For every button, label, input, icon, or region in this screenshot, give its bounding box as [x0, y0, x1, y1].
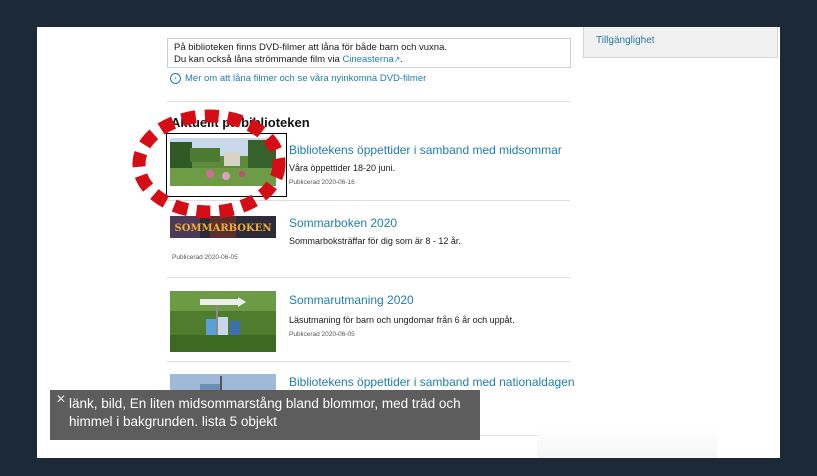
more-dvd-link[interactable]: › Mer om att låna filmer och se våra nyin…: [170, 73, 426, 84]
screen-reader-text: länk, bild, En liten midsommarstång blan…: [69, 396, 461, 429]
sidebar-link-accessibility[interactable]: Tillgänglighet: [596, 35, 655, 46]
page-fade: [537, 427, 717, 458]
news-title-midsummer[interactable]: Bibliotekens öppettider i samband med mi…: [289, 143, 562, 157]
divider: [167, 277, 570, 278]
browser-viewport: Tillgänglighet På biblioteken finns DVD-…: [37, 27, 780, 458]
divider: [167, 200, 570, 201]
sidebar-menu: Tillgänglighet: [583, 27, 778, 58]
close-icon[interactable]: ✕: [56, 392, 66, 406]
news-title-sommarutmaning[interactable]: Sommarutmaning 2020: [289, 293, 414, 307]
news-desc-sommarutmaning: Läsutmaning för barn och ungdomar från 6…: [289, 315, 515, 325]
divider: [167, 101, 570, 102]
notice-line-2-text: Du kan också låna strömmande film via: [174, 54, 343, 65]
sommarboken-logo-text: SOMMARBOKEN: [175, 223, 272, 234]
news-date-sommarutmaning: Publicerad 2020-06-05: [289, 331, 355, 338]
divider: [167, 361, 570, 362]
news-date-midsummer: Publicerad 2020-06-16: [289, 179, 355, 186]
arrow-circle-icon: ›: [170, 73, 181, 84]
notice-line-2: Du kan också låna strömmande film via Ci…: [174, 54, 404, 65]
news-image-sommarutmaning[interactable]: [170, 291, 276, 352]
news-section-title: Aktuellt på biblioteken: [171, 115, 310, 130]
news-desc-sommarboken: Sommarboksträffar för dig som är 8 - 12 …: [289, 236, 461, 246]
news-image-sommarboken[interactable]: SOMMARBOKEN: [170, 216, 276, 238]
screen-reader-caption: ✕ länk, bild, En liten midsommarstång bl…: [50, 390, 480, 440]
device-frame: Tillgänglighet På biblioteken finns DVD-…: [0, 0, 817, 476]
notice-line-1: På biblioteken finns DVD-filmer att låna…: [174, 42, 448, 53]
cineasterna-link[interactable]: Cineasterna: [342, 54, 393, 65]
more-dvd-link-label: Mer om att låna filmer och se våra nyink…: [185, 73, 427, 85]
dvd-notice-box: På biblioteken finns DVD-filmer att låna…: [167, 38, 571, 68]
focus-outline: [166, 133, 287, 197]
news-title-sommarboken[interactable]: Sommarboken 2020: [289, 216, 397, 230]
news-date-sommarboken: Publicerad 2020-06-05: [172, 254, 238, 261]
news-desc-midsummer: Våra öppettider 18-20 juni.: [289, 163, 396, 173]
news-title-nationaldagen[interactable]: Bibliotekens öppettider i samband med na…: [289, 375, 575, 389]
